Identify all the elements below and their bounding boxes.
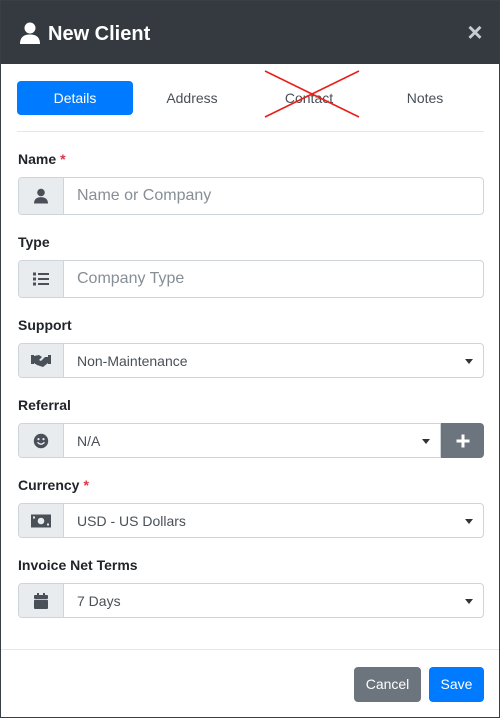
handshake-icon [31, 354, 51, 367]
referral-value: N/A [77, 432, 101, 449]
tabs-divider [17, 131, 484, 132]
list-icon [33, 272, 49, 286]
calendar-icon [34, 592, 48, 609]
invoice-net-terms-value: 7 Days [77, 592, 121, 609]
name-input-group [18, 177, 484, 215]
invoice-net-terms-addon [19, 584, 64, 617]
currency-label: Currency * [18, 476, 89, 494]
currency-label-text: Currency [18, 477, 80, 493]
support-value: Non-Maintenance [77, 352, 188, 369]
support-addon [19, 344, 64, 377]
chevron-down-icon [465, 358, 473, 364]
currency-addon [19, 504, 64, 537]
type-label: Type [18, 234, 50, 250]
user-icon [20, 22, 40, 44]
smile-icon [33, 433, 49, 448]
support-label: Support [18, 317, 72, 333]
tab-details[interactable]: Details [17, 81, 133, 115]
chevron-down-icon [465, 598, 473, 604]
name-addon [19, 178, 64, 214]
add-referral-button[interactable] [441, 423, 484, 458]
cancel-button[interactable]: Cancel [354, 667, 421, 702]
save-button[interactable]: Save [429, 667, 484, 702]
referral-addon [19, 424, 64, 457]
referral-label: Referral [18, 397, 71, 413]
invoice-net-terms-select[interactable]: 7 Days [18, 583, 484, 618]
footer-divider [1, 649, 499, 650]
money-bill-icon [31, 514, 51, 527]
invoice-net-terms-label: Invoice Net Terms [18, 557, 138, 573]
referral-select[interactable]: N/A [18, 423, 441, 458]
name-label: Name * [18, 150, 66, 168]
modal-title: New Client [48, 23, 151, 45]
currency-value: USD - US Dollars [77, 512, 186, 529]
required-marker: * [83, 477, 89, 493]
required-marker: * [60, 151, 66, 167]
chevron-down-icon [465, 518, 473, 524]
tab-contact[interactable]: Contact [251, 81, 367, 115]
type-addon [19, 261, 64, 297]
name-label-text: Name [18, 151, 57, 167]
type-input-group [18, 260, 484, 298]
modal-header: New Client × [1, 1, 499, 64]
close-button[interactable]: × [464, 19, 486, 45]
name-input[interactable] [65, 178, 483, 214]
support-select[interactable]: Non-Maintenance [18, 343, 484, 378]
tab-bar: Details Address Contact Notes [17, 70, 485, 118]
new-client-modal: New Client × Details Address Contact Not… [0, 0, 500, 718]
chevron-down-icon [422, 438, 430, 444]
plus-icon [456, 434, 469, 447]
currency-select[interactable]: USD - US Dollars [18, 503, 484, 538]
tab-address[interactable]: Address [134, 81, 250, 115]
type-input[interactable] [65, 261, 483, 297]
tab-notes[interactable]: Notes [367, 81, 483, 115]
user-icon [34, 188, 48, 204]
